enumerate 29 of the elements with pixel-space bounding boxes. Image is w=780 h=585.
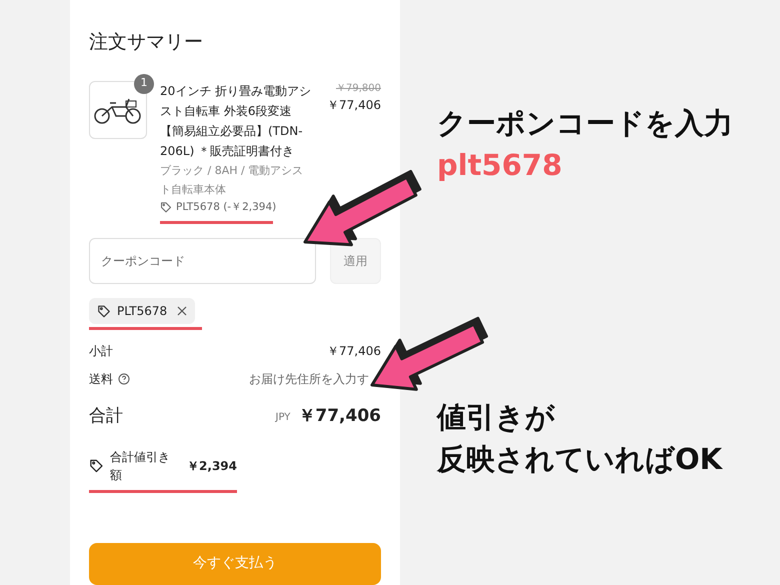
total-discount-label: 合計値引き額 bbox=[110, 448, 171, 484]
panel-heading: 注文サマリー bbox=[89, 30, 204, 55]
tag-icon bbox=[89, 458, 104, 474]
subtotal-value: ￥77,406 bbox=[327, 343, 381, 360]
quantity-badge: 1 bbox=[134, 74, 154, 94]
original-price: ￥79,800 bbox=[336, 82, 381, 96]
shipping-label: 送料 bbox=[89, 371, 113, 388]
currency-code: JPY bbox=[276, 410, 290, 424]
help-icon[interactable] bbox=[118, 373, 130, 386]
annotation-text: plt5678 bbox=[437, 147, 564, 184]
annotation-text: 反映されていればOK bbox=[437, 441, 724, 478]
close-icon[interactable] bbox=[177, 306, 188, 316]
item-price: ￥77,406 bbox=[327, 96, 381, 114]
tag-icon bbox=[97, 304, 111, 318]
total-discount-value: ￥2,394 bbox=[187, 458, 237, 475]
product-variant: ブラック / 8AH / 電動アシスト自転車本体 bbox=[160, 162, 304, 198]
product-name: 20インチ 折り畳み電動アシスト自転車 外装6段変速【簡易組立必要品】(TDN-206L) ＊販売証明書付き bbox=[160, 82, 312, 160]
total-value: ￥77,406 bbox=[298, 405, 381, 428]
subtotal-label: 小計 bbox=[89, 343, 113, 360]
pay-now-button[interactable]: 今すぐ支払う bbox=[89, 542, 381, 585]
shipping-value: お届け先住所を入力す bbox=[249, 371, 369, 388]
tag-icon bbox=[160, 201, 172, 214]
applied-discount: PLT5678 (-￥2,394) bbox=[160, 200, 314, 216]
total-label: 合計 bbox=[89, 405, 123, 428]
apply-button[interactable]: 適用 bbox=[330, 238, 381, 284]
coupon-code-field[interactable]: クーポンコード bbox=[89, 238, 316, 284]
annotation-text: クーポンコードを入力 bbox=[437, 105, 733, 142]
annotation-text: 値引きが bbox=[437, 399, 556, 436]
coupon-code: PLT5678 bbox=[117, 303, 168, 320]
